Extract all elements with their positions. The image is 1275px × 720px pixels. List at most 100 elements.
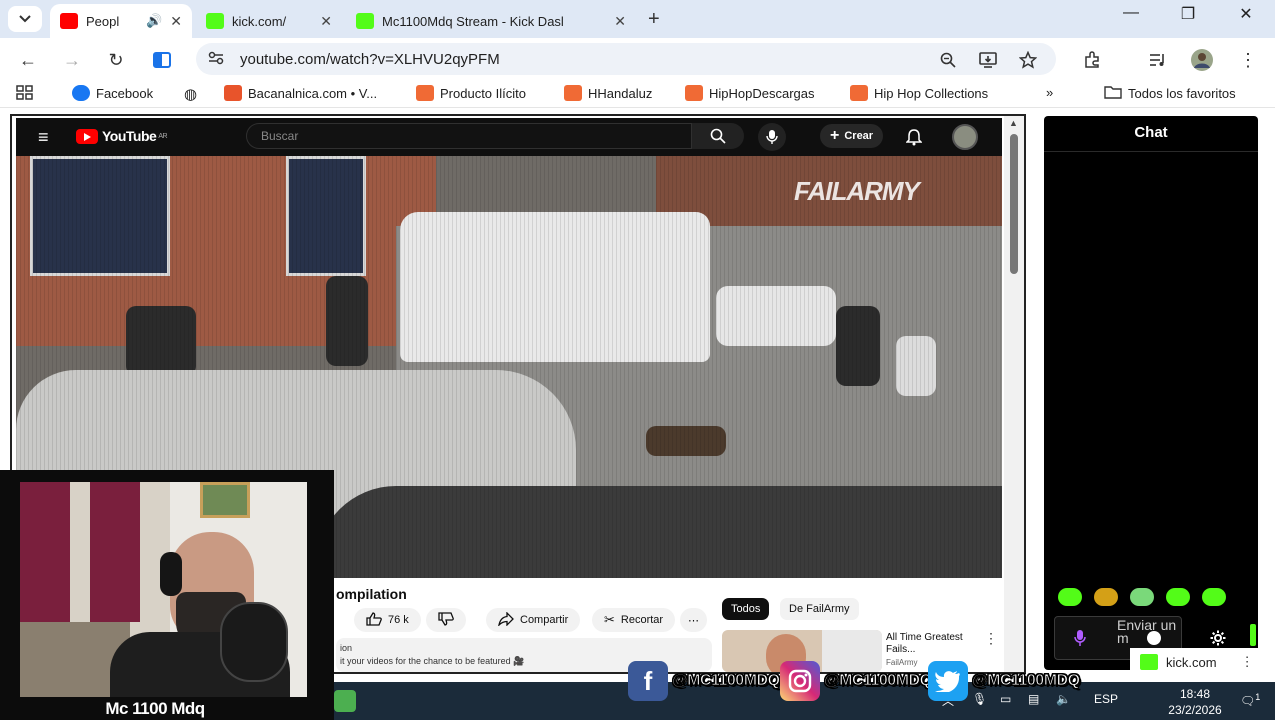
- webcam-headphones: [160, 552, 182, 596]
- social-facebook: f @MC1100MDQ: [628, 660, 781, 702]
- notification-center-icon[interactable]: 🗨1: [1240, 692, 1260, 708]
- scissors-icon: ✂: [604, 612, 615, 627]
- reading-mode-icon[interactable]: [150, 48, 174, 72]
- close-window-button[interactable]: ✕: [1226, 4, 1266, 24]
- bookmark-hiphopdescargas[interactable]: HipHopDescargas: [685, 85, 815, 101]
- clip-button[interactable]: ✂ Recortar: [592, 608, 676, 632]
- bookmark-producto-ilicito[interactable]: Producto Ilícito: [416, 85, 526, 101]
- microphone-icon[interactable]: [1073, 629, 1087, 650]
- like-button[interactable]: 76 k: [354, 608, 421, 632]
- address-bar-row: ← → ↻ youtube.com/watch?v=XLHVU2qyPFM ⋮: [0, 38, 1275, 80]
- tab-kick-dashboard[interactable]: Mc1100Mdq Stream - Kick Dasl ✕: [346, 4, 636, 38]
- voice-search-button[interactable]: [758, 123, 786, 151]
- page-scrollbar[interactable]: ▲: [1004, 116, 1024, 672]
- clock-time: 18:48: [1179, 687, 1211, 701]
- media-control-icon[interactable]: [1146, 48, 1170, 72]
- url-text[interactable]: youtube.com/watch?v=XLHVU2qyPFM: [240, 51, 500, 68]
- bookmark-hhandaluz[interactable]: HHandaluz: [564, 85, 652, 101]
- chat-title: Chat: [1044, 116, 1258, 152]
- bookmark-label: Facebook: [96, 85, 154, 101]
- back-button[interactable]: ←: [16, 48, 40, 72]
- plus-icon: +: [830, 127, 840, 144]
- kick-popup-bar[interactable]: kick.com ⋮: [1130, 648, 1260, 676]
- zoom-icon[interactable]: [938, 50, 958, 70]
- webcam-picture-frame: [200, 482, 250, 518]
- create-button[interactable]: + Crear: [820, 124, 884, 148]
- forward-button[interactable]: →: [60, 48, 84, 72]
- bookmark-label: Bacanalnica.com • V...: [248, 85, 378, 101]
- emote-icon[interactable]: [1166, 588, 1190, 606]
- youtube-logo[interactable]: YouTube AR: [76, 128, 168, 144]
- hamburger-menu-icon[interactable]: ≡: [38, 127, 49, 148]
- chip-all[interactable]: Todos: [722, 598, 770, 620]
- apps-grid-icon[interactable]: [16, 85, 34, 101]
- twitter-icon: [928, 661, 968, 701]
- blogger-icon: [416, 85, 434, 101]
- close-tab-icon[interactable]: ✕: [170, 13, 182, 30]
- recommended-video-title[interactable]: All Time Greatest Fails...: [886, 632, 980, 656]
- social-handle: @MC1100MDQ: [972, 672, 1081, 690]
- tab-title: Peopl: [86, 13, 120, 29]
- language-indicator[interactable]: ESP: [1094, 692, 1118, 706]
- emote-icon[interactable]: [1130, 588, 1154, 606]
- emote-icon[interactable]: [1058, 588, 1082, 606]
- bookmark-label: HipHopDescargas: [709, 85, 815, 101]
- close-tab-icon[interactable]: ✕: [614, 13, 626, 30]
- taskbar-app-icon[interactable]: [334, 690, 356, 712]
- emote-icon[interactable]: [1202, 588, 1226, 606]
- recommended-more-icon[interactable]: ⋮: [984, 630, 998, 647]
- scrollbar-thumb[interactable]: [1010, 134, 1018, 274]
- bookmark-globe[interactable]: ◍: [184, 85, 197, 103]
- tab-search-button[interactable]: [8, 6, 42, 32]
- notifications-bell-icon[interactable]: [905, 128, 923, 149]
- close-tab-icon[interactable]: ✕: [320, 13, 332, 30]
- bookmarks-bar: Facebook ◍ Bacanalnica.com • V... Produc…: [0, 80, 1275, 108]
- tab-strip: Peopl 🔊 ✕ kick.com/ ✕ Mc1100Mdq Stream -…: [0, 0, 1275, 38]
- extensions-icon[interactable]: [1080, 48, 1104, 72]
- maximize-button[interactable]: ❐: [1168, 4, 1208, 24]
- youtube-search-button[interactable]: [692, 123, 744, 149]
- emote-icon[interactable]: [1094, 588, 1118, 606]
- chip-from-failarmy[interactable]: De FailArmy: [780, 598, 859, 620]
- thumbs-down-icon: [438, 611, 454, 629]
- social-twitter: @MC1100MDQ: [928, 660, 1081, 702]
- blogger-icon: [564, 85, 582, 101]
- omnibox[interactable]: youtube.com/watch?v=XLHVU2qyPFM: [196, 43, 1056, 75]
- microphone-icon: [766, 130, 778, 144]
- reload-button[interactable]: ↻: [104, 48, 128, 72]
- youtube-header: ≡ YouTube AR Buscar + Crear: [16, 118, 1002, 156]
- bookmark-hiphop-collections[interactable]: Hip Hop Collections: [850, 85, 988, 101]
- youtube-avatar[interactable]: [952, 124, 978, 150]
- chevron-down-icon: [19, 15, 31, 23]
- more-bookmarks-icon[interactable]: »: [1046, 85, 1053, 100]
- kick-favicon-icon: [356, 13, 374, 29]
- chat-settings-icon[interactable]: [1210, 630, 1226, 649]
- site-info-icon[interactable]: [208, 51, 224, 68]
- all-bookmarks-label: Todos los favoritos: [1128, 86, 1236, 101]
- instagram-icon: [780, 661, 820, 701]
- bookmark-star-icon[interactable]: [1018, 50, 1038, 70]
- youtube-search-input[interactable]: Buscar: [246, 123, 692, 149]
- more-actions-button[interactable]: ⋯: [680, 608, 707, 632]
- tab-youtube[interactable]: Peopl 🔊 ✕: [50, 4, 192, 38]
- video-watermark: FAILARMY: [794, 176, 920, 206]
- kick-bar-menu-icon[interactable]: ⋮: [1241, 654, 1254, 670]
- tab-kick[interactable]: kick.com/ ✕: [196, 4, 342, 38]
- speaker-icon[interactable]: 🔊: [146, 13, 162, 29]
- clock[interactable]: 18:48 23/2/2026: [1160, 686, 1230, 718]
- dislike-button[interactable]: [426, 608, 466, 632]
- webcam-feed: [20, 482, 307, 697]
- install-app-icon[interactable]: [978, 50, 998, 70]
- new-tab-button[interactable]: +: [648, 8, 660, 31]
- bookmark-bacanalnica[interactable]: Bacanalnica.com • V...: [224, 85, 377, 101]
- profile-avatar[interactable]: [1190, 48, 1214, 72]
- browser-menu-icon[interactable]: ⋮: [1236, 48, 1260, 72]
- emoji-icon[interactable]: [1147, 631, 1161, 645]
- scroll-up-icon[interactable]: ▲: [1009, 118, 1018, 128]
- bookmark-facebook[interactable]: Facebook: [72, 85, 153, 101]
- kick-bar-label: kick.com: [1166, 654, 1217, 670]
- share-button[interactable]: Compartir: [486, 608, 581, 632]
- kick-logo-icon: [1140, 654, 1158, 670]
- all-bookmarks-folder[interactable]: Todos los favoritos: [1104, 85, 1236, 102]
- minimize-button[interactable]: —: [1111, 4, 1151, 22]
